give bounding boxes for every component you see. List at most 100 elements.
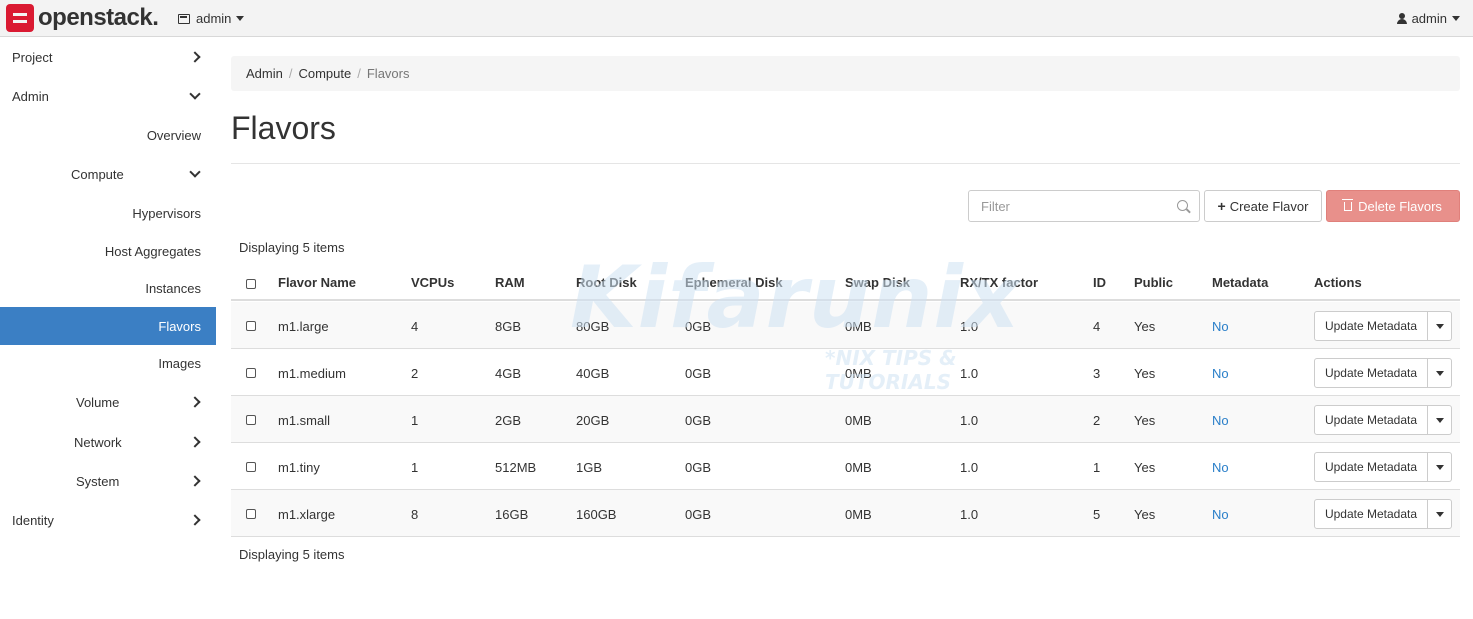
sidebar-item-identity[interactable]: Identity — [0, 501, 216, 539]
cell-metadata-link[interactable]: No — [1212, 460, 1229, 475]
cell-metadata-link[interactable]: No — [1212, 319, 1229, 334]
caret-down-icon — [1435, 417, 1444, 423]
row-checkbox[interactable] — [246, 509, 256, 519]
sidebar-item-compute[interactable]: Compute — [0, 155, 216, 193]
cell-root-disk: 20GB — [576, 413, 610, 428]
cell-flavor-name: m1.large — [278, 319, 329, 334]
row-actions: Update Metadata — [1314, 452, 1452, 482]
chevron-right-icon — [189, 396, 201, 408]
sidebar-item-images[interactable]: Images — [0, 344, 216, 382]
update-metadata-button[interactable]: Update Metadata — [1314, 311, 1428, 341]
column-header[interactable]: RAM — [495, 275, 525, 290]
sidebar-item-label: Identity — [12, 512, 54, 528]
delete-flavors-button[interactable]: Delete Flavors — [1326, 190, 1460, 222]
select-all-checkbox[interactable] — [246, 279, 256, 289]
sidebar-item-network[interactable]: Network — [0, 423, 216, 461]
breadcrumb-admin[interactable]: Admin — [246, 66, 283, 81]
sidebar-item-host-aggregates[interactable]: Host Aggregates — [0, 232, 216, 270]
caret-down-icon — [236, 16, 245, 21]
table-row: m1.tiny 1 512MB 1GB 0GB 0MB 1.0 1 Yes No… — [231, 443, 1460, 490]
cell-root-disk: 80GB — [576, 319, 610, 334]
column-header[interactable]: ID — [1093, 275, 1106, 290]
row-checkbox[interactable] — [246, 415, 256, 425]
cell-metadata-link[interactable]: No — [1212, 507, 1229, 522]
sidebar-item-volume[interactable]: Volume — [0, 383, 216, 421]
sidebar-item-hypervisors[interactable]: Hypervisors — [0, 194, 216, 232]
sidebar-item-label: Admin — [12, 88, 49, 104]
row-checkbox[interactable] — [246, 462, 256, 472]
brand-logo[interactable]: openstack. — [6, 4, 159, 32]
chevron-right-icon — [189, 475, 201, 487]
cell-vcpus: 2 — [411, 366, 419, 381]
cell-root-disk: 40GB — [576, 366, 610, 381]
sidebar-item-label: Flavors — [158, 318, 201, 334]
breadcrumb-current: Flavors — [366, 66, 410, 81]
column-header[interactable]: Root Disk — [576, 275, 637, 290]
update-metadata-button[interactable]: Update Metadata — [1314, 405, 1428, 435]
row-actions: Update Metadata — [1314, 358, 1452, 388]
project-selector[interactable]: admin — [178, 11, 245, 26]
column-header[interactable]: VCPUs — [411, 275, 454, 290]
caret-down-icon — [1452, 16, 1460, 21]
create-flavor-label: Create Flavor — [1229, 198, 1309, 214]
cell-metadata-link[interactable]: No — [1212, 366, 1229, 381]
sidebar-item-overview[interactable]: Overview — [0, 116, 216, 154]
column-header[interactable]: Swap Disk — [845, 275, 910, 290]
sidebar-item-flavors[interactable]: Flavors — [0, 307, 216, 345]
sidebar-item-system[interactable]: System — [0, 462, 216, 500]
filter-input[interactable] — [968, 190, 1200, 222]
sidebar-item-admin[interactable]: Admin — [0, 77, 216, 115]
sidebar-item-label: Host Aggregates — [104, 243, 201, 259]
top-navbar: openstack. admin admin — [0, 0, 1473, 37]
project-name: admin — [196, 11, 232, 26]
sidebar-item-label: Hypervisors — [132, 205, 201, 221]
search-icon[interactable] — [1177, 200, 1188, 211]
update-metadata-button[interactable]: Update Metadata — [1314, 499, 1428, 529]
cell-ephemeral-disk: 0GB — [685, 413, 712, 428]
actions-dropdown-toggle[interactable] — [1428, 358, 1452, 388]
cell-public: Yes — [1134, 460, 1156, 475]
cell-metadata-link[interactable]: No — [1212, 413, 1229, 428]
column-header[interactable]: Flavor Name — [278, 275, 356, 290]
item-count-bottom: Displaying 5 items — [239, 547, 345, 562]
actions-dropdown-toggle[interactable] — [1428, 452, 1452, 482]
update-metadata-button[interactable]: Update Metadata — [1314, 452, 1428, 482]
column-header[interactable]: Ephemeral Disk — [685, 275, 783, 290]
chevron-right-icon — [189, 51, 201, 63]
actions-dropdown-toggle[interactable] — [1428, 405, 1452, 435]
cell-ephemeral-disk: 0GB — [685, 319, 712, 334]
cell-flavor-name: m1.small — [278, 413, 331, 428]
sidebar-item-label: Network — [74, 434, 122, 450]
chevron-right-icon — [189, 436, 201, 448]
openstack-logo-icon — [6, 4, 34, 32]
actions-dropdown-toggle[interactable] — [1428, 499, 1452, 529]
page-title: Flavors — [231, 110, 336, 146]
column-header[interactable]: RX/TX factor — [960, 275, 1038, 290]
breadcrumb-separator: / — [357, 66, 361, 81]
user-menu[interactable]: admin — [1396, 11, 1460, 26]
cell-rxtx-factor: 1.0 — [960, 319, 979, 334]
sidebar-item-label: Images — [158, 355, 201, 371]
create-flavor-button[interactable]: + Create Flavor — [1204, 190, 1322, 222]
user-name: admin — [1411, 11, 1447, 26]
cell-swap-disk: 0MB — [845, 507, 872, 522]
cell-root-disk: 160GB — [576, 507, 617, 522]
sidebar-item-project[interactable]: Project — [0, 38, 216, 76]
row-checkbox[interactable] — [246, 368, 256, 378]
sidebar-item-instances[interactable]: Instances — [0, 269, 216, 307]
sidebar-item-label: System — [76, 473, 120, 489]
actions-dropdown-toggle[interactable] — [1428, 311, 1452, 341]
cell-id: 3 — [1093, 366, 1101, 381]
breadcrumb-compute[interactable]: Compute — [298, 66, 351, 81]
cell-rxtx-factor: 1.0 — [960, 366, 979, 381]
cell-swap-disk: 0MB — [845, 366, 872, 381]
cell-public: Yes — [1134, 366, 1156, 381]
update-metadata-button[interactable]: Update Metadata — [1314, 358, 1428, 388]
table-row: m1.small 1 2GB 20GB 0GB 0MB 1.0 2 Yes No… — [231, 396, 1460, 443]
column-header[interactable]: Public — [1134, 275, 1173, 290]
sidebar-item-label: Instances — [145, 280, 201, 296]
trash-icon — [1342, 198, 1354, 211]
row-checkbox[interactable] — [246, 321, 256, 331]
column-header[interactable]: Metadata — [1212, 275, 1268, 290]
delete-flavors-label: Delete Flavors — [1358, 198, 1442, 214]
